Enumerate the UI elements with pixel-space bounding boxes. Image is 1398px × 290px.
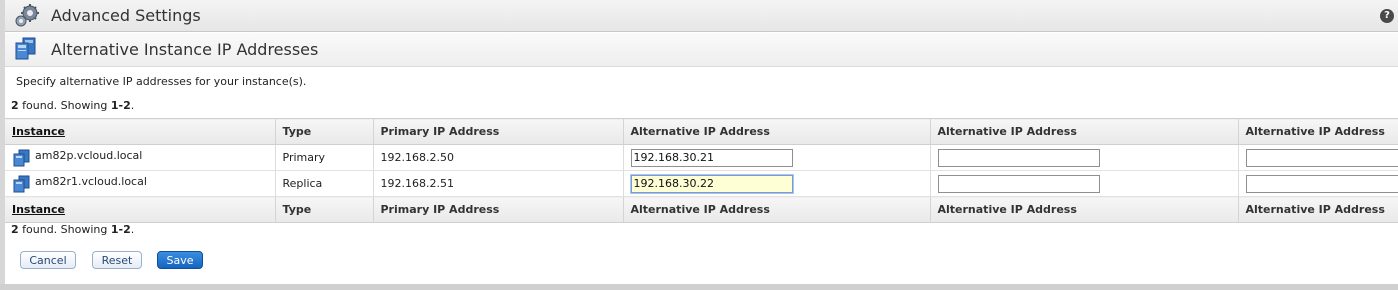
column-header-type: Type (275, 118, 374, 145)
type-cell: Primary (275, 144, 374, 171)
instances-icon (13, 36, 39, 63)
table-row: am82p.vcloud.local Primary 192.168.2.50 (5, 144, 1398, 171)
found-count: 2 (11, 223, 19, 236)
column-footer-type: Type (275, 196, 374, 223)
alt-ip-2-input[interactable] (937, 174, 1100, 193)
section-title: Alternative Instance IP Addresses (51, 40, 319, 59)
column-footer-instance[interactable]: Instance (5, 196, 276, 223)
instance-name: am82p.vcloud.local (35, 149, 143, 162)
paging-summary-top: 2 found. Showing 1-2. (11, 99, 134, 112)
table-footer-row: Instance Type Primary IP Address Alterna… (5, 196, 1398, 223)
save-button[interactable]: Save (157, 251, 203, 269)
alt-ip-3-cell (1238, 170, 1398, 197)
table-row: am82r1.vcloud.local Replica 192.168.2.51 (5, 170, 1398, 197)
alt-ip-2-cell (930, 144, 1239, 171)
alt-ip-2-input[interactable] (937, 148, 1100, 167)
found-suffix: . (130, 223, 135, 236)
alt-ip-1-cell (623, 144, 931, 171)
page-title: Advanced Settings (51, 6, 201, 25)
showing-range: 1-2 (110, 99, 131, 112)
column-header-alt-ip-1: Alternative IP Address (623, 118, 931, 145)
column-header-alt-ip-2: Alternative IP Address (930, 118, 1239, 145)
gears-icon (15, 3, 41, 30)
vm-icon (13, 175, 30, 192)
column-footer-primary-ip: Primary IP Address (373, 196, 624, 223)
vm-icon (13, 149, 30, 166)
column-header-instance[interactable]: Instance (5, 118, 276, 145)
alt-ip-1-cell (623, 170, 931, 197)
alt-ip-3-input[interactable] (1245, 174, 1397, 193)
instance-name: am82r1.vcloud.local (35, 175, 147, 188)
found-count: 2 (11, 99, 19, 112)
section-description: Specify alternative IP addresses for you… (16, 75, 307, 88)
type-cell: Replica (275, 170, 374, 197)
found-text: found. Showing (18, 223, 111, 236)
alt-ip-1-input[interactable] (630, 148, 793, 167)
column-footer-alt-ip-2: Alternative IP Address (930, 196, 1239, 223)
column-header-primary-ip: Primary IP Address (373, 118, 624, 145)
window-frame-bottom (0, 284, 1398, 290)
showing-range: 1-2 (110, 223, 131, 236)
primary-ip-cell: 192.168.2.51 (373, 170, 624, 197)
reset-button[interactable]: Reset (92, 251, 142, 269)
alt-ip-2-cell (930, 170, 1239, 197)
alt-ip-3-input[interactable] (1245, 148, 1397, 167)
instances-table: Instance Type Primary IP Address Alterna… (5, 118, 1398, 223)
primary-ip-cell: 192.168.2.50 (373, 144, 624, 171)
column-header-alt-ip-3: Alternative IP Address (1238, 118, 1398, 145)
cancel-button[interactable]: Cancel (20, 251, 76, 269)
section-header: Alternative Instance IP Addresses (5, 33, 1398, 67)
paging-summary-bottom: 2 found. Showing 1-2. (11, 223, 134, 236)
instance-cell: am82r1.vcloud.local (5, 170, 276, 197)
column-footer-alt-ip-1: Alternative IP Address (623, 196, 931, 223)
column-footer-alt-ip-3: Alternative IP Address (1238, 196, 1398, 223)
found-suffix: . (130, 99, 135, 112)
found-text: found. Showing (18, 99, 111, 112)
help-icon[interactable]: ? (1380, 9, 1394, 23)
alt-ip-3-cell (1238, 144, 1398, 171)
header-bar: Advanced Settings ? (5, 0, 1398, 32)
table-header-row: Instance Type Primary IP Address Alterna… (5, 118, 1398, 145)
instance-cell: am82p.vcloud.local (5, 144, 276, 171)
alt-ip-1-input[interactable] (630, 174, 793, 193)
